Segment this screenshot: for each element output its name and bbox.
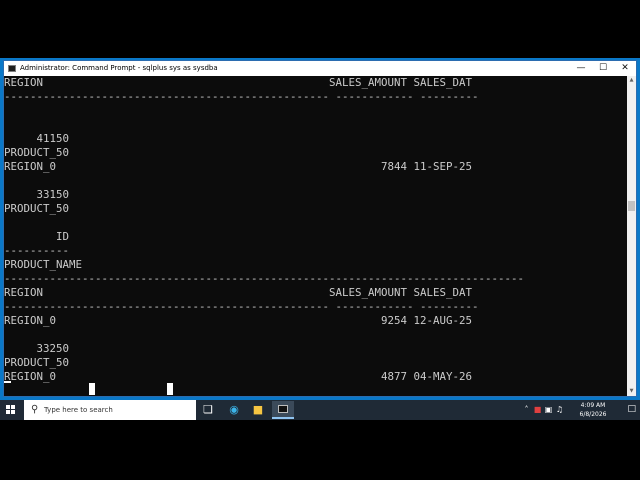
security-shield-icon[interactable]: ■ xyxy=(533,404,542,416)
search-icon: ⚲ xyxy=(31,404,39,415)
clock-time: 4:09 AM xyxy=(580,402,606,409)
console-line: PRODUCT_NAME xyxy=(4,258,83,271)
cmd-app-icon xyxy=(8,65,16,72)
console-line: REGION_0 9254 12-AUG-25 xyxy=(4,314,473,327)
network-icon[interactable]: ▣ xyxy=(544,404,553,416)
command-prompt-window[interactable]: Administrator: Command Prompt - sqlplus … xyxy=(3,60,637,397)
console-line: 33150 xyxy=(4,188,70,201)
windows-logo-icon xyxy=(11,410,15,414)
clock[interactable]: 4:09 AM 6/8/2026 xyxy=(564,401,622,419)
chevron-up-icon[interactable]: ˄ xyxy=(522,404,531,416)
console-line: ----------------------------------------… xyxy=(4,272,525,285)
window-title: Administrator: Command Prompt - sqlplus … xyxy=(20,64,218,72)
notifications-icon[interactable]: □ xyxy=(627,404,636,414)
scroll-up-arrow-icon[interactable]: ▲ xyxy=(627,76,636,85)
console-line: ----------------------------------------… xyxy=(4,300,479,313)
close-button[interactable]: ✕ xyxy=(614,61,636,76)
console-line: ID xyxy=(4,230,70,243)
console-output[interactable]: REGION SALES_AMOUNT SALES_DAT -----------… xyxy=(4,76,628,396)
window-titlebar[interactable]: Administrator: Command Prompt - sqlplus … xyxy=(4,61,636,76)
console-line: ----------------------------------------… xyxy=(4,90,479,103)
scrollbar-thumb[interactable] xyxy=(628,201,635,211)
console-line: PRODUCT_50 xyxy=(4,202,70,215)
windows-logo-icon xyxy=(11,405,15,409)
console-line: REGION SALES_AMOUNT SALES_DAT xyxy=(4,76,473,89)
minimize-button[interactable]: — xyxy=(570,61,592,76)
console-line: ---------- xyxy=(4,244,70,257)
text-cursor xyxy=(4,381,11,383)
windows-logo-icon xyxy=(6,405,10,409)
scroll-down-arrow-icon[interactable]: ▼ xyxy=(627,387,636,396)
clock-date: 6/8/2026 xyxy=(579,411,607,418)
screen-artifact-block xyxy=(167,383,173,395)
task-view-icon[interactable]: ❏ xyxy=(200,402,216,418)
console-line: 33250 xyxy=(4,342,70,355)
search-placeholder: Type here to search xyxy=(44,406,113,414)
console-line: REGION SALES_AMOUNT SALES_DAT xyxy=(4,286,473,299)
file-explorer-icon[interactable]: ■ xyxy=(250,402,266,418)
system-tray: ˄ ■ ▣ ♫ 4:09 AM 6/8/2026 □ xyxy=(520,400,640,420)
console-line: PRODUCT_50 xyxy=(4,356,70,369)
console-line: REGION_0 7844 11-SEP-25 xyxy=(4,160,473,173)
maximize-icon: ☐ xyxy=(598,63,608,73)
close-icon: ✕ xyxy=(621,63,629,73)
maximize-button[interactable]: ☐ xyxy=(592,61,614,76)
console-line: 41150 xyxy=(4,132,70,145)
taskbar-cmd-button[interactable] xyxy=(272,401,294,419)
minimize-icon: — xyxy=(576,63,586,73)
start-button[interactable] xyxy=(6,405,16,415)
edge-browser-icon[interactable]: ◉ xyxy=(226,402,242,418)
vertical-scrollbar[interactable]: ▲ ▼ xyxy=(627,76,636,396)
console-line: PRODUCT_50 xyxy=(4,146,70,159)
windows-logo-icon xyxy=(6,410,10,414)
console-line: REGION_0 4877 04-MAY-26 xyxy=(4,370,473,383)
taskbar: ⚲ Type here to search ❏ ◉ ■ ˄ ■ ▣ ♫ 4:09… xyxy=(0,400,640,420)
volume-icon[interactable]: ♫ xyxy=(555,404,564,416)
cmd-icon xyxy=(278,405,288,413)
taskbar-search-box[interactable]: ⚲ Type here to search xyxy=(24,400,196,420)
screen-artifact-block xyxy=(89,383,95,395)
